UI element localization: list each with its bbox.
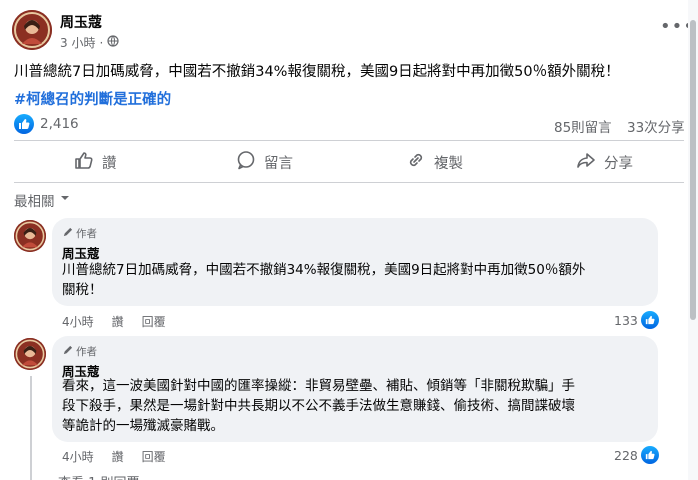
author-badge-label: 作者	[76, 346, 97, 358]
post-hashtag[interactable]: #柯總召的判斷是正確的	[14, 88, 171, 109]
like-count[interactable]: 2,416	[40, 116, 79, 132]
pencil-icon	[62, 227, 73, 241]
comment-actions: 4小時 讚 回覆	[62, 313, 166, 330]
comment-reply-button[interactable]: 回覆	[142, 313, 166, 330]
comment-sort-dropdown[interactable]: 最相關	[14, 190, 71, 210]
comment-text-line: 關稅！	[62, 282, 103, 298]
post-text: 川普總統7日加碼威脅，中國若不撤銷34%報復關稅，美國9日起將對中再加徵50％額…	[14, 64, 620, 80]
globe-icon	[107, 35, 119, 50]
post-timestamp[interactable]: 3 小時	[60, 34, 95, 51]
comment-text-line: 段下殺手，果然是一場針對中共長期以不公不義手法做生意賺錢、偷技術、搞間諜破壞	[62, 398, 575, 414]
comment-timestamp[interactable]: 4小時	[62, 448, 94, 465]
comment-text-line: 看來，這一波美國針對中國的匯率操縱：非貿易壁壘、補貼、傾銷等「非關稅欺騙」手	[62, 378, 575, 394]
comment-reactions[interactable]: 133	[614, 311, 659, 329]
pencil-icon	[62, 345, 73, 359]
like-icon	[14, 114, 34, 134]
chevron-down-icon	[59, 192, 71, 208]
author-badge: 作者	[62, 344, 97, 359]
like-icon	[74, 150, 94, 174]
share-count[interactable]: 33次分享	[627, 116, 685, 136]
reaction-count: 228	[614, 447, 638, 463]
like-button[interactable]: 讚	[74, 148, 117, 176]
divider	[14, 182, 684, 183]
comment-button-label: 留言	[264, 155, 293, 172]
post-meta: 3 小時 ·	[60, 34, 119, 51]
comment-text-line: 川普總統7日加碼威脅，中國若不撤銷34%報復關稅，美國9日起將對中再加徵50％額…	[62, 262, 586, 278]
divider	[14, 140, 684, 141]
copy-button-label: 複製	[434, 155, 463, 172]
share-button-label: 分享	[604, 155, 633, 172]
comment-avatar[interactable]	[14, 338, 46, 370]
scrollbar-thumb[interactable]	[690, 20, 696, 320]
comment-timestamp[interactable]: 4小時	[62, 313, 94, 330]
comment-icon	[236, 150, 256, 174]
post-avatar[interactable]	[12, 10, 52, 50]
post-author-name[interactable]: 周玉蔻	[60, 12, 102, 32]
comment-like-button[interactable]: 讚	[112, 313, 124, 330]
copy-button[interactable]: 複製	[406, 148, 463, 176]
share-button[interactable]: 分享	[576, 148, 633, 176]
scrollbar[interactable]	[688, 0, 698, 480]
author-badge-label: 作者	[76, 228, 97, 240]
comment-bubble: 作者 周玉蔻 看來，這一波美國針對中國的匯率操縱：非貿易壁壘、補貼、傾銷等「非關…	[52, 336, 658, 442]
comment-sort-label: 最相關	[14, 194, 55, 210]
like-button-label: 讚	[102, 155, 117, 172]
comment-bubble: 作者 周玉蔻 川普總統7日加碼威脅，中國若不撤銷34%報復關稅，美國9日起將對中…	[52, 218, 658, 306]
comment-like-button[interactable]: 讚	[112, 448, 124, 465]
comment-button[interactable]: 留言	[236, 148, 293, 176]
thread-line	[30, 376, 32, 480]
comment-avatar[interactable]	[14, 220, 46, 252]
reaction-count: 133	[614, 312, 638, 328]
copy-icon	[406, 150, 426, 174]
comment-reactions[interactable]: 228	[614, 446, 659, 464]
like-icon	[640, 446, 659, 464]
view-replies-link[interactable]: 查看 1 則回覆	[58, 472, 140, 480]
share-icon	[576, 150, 596, 174]
like-icon	[640, 311, 659, 329]
comment-count[interactable]: 85則留言	[554, 116, 612, 136]
post-stats: 2,416 85則留言 33次分享	[14, 114, 694, 136]
comment-actions: 4小時 讚 回覆	[62, 448, 166, 465]
comment-reply-button[interactable]: 回覆	[142, 448, 166, 465]
author-badge: 作者	[62, 226, 97, 241]
comment-text-line: 等詭計的一場殲滅豪賭戰。	[62, 418, 224, 434]
